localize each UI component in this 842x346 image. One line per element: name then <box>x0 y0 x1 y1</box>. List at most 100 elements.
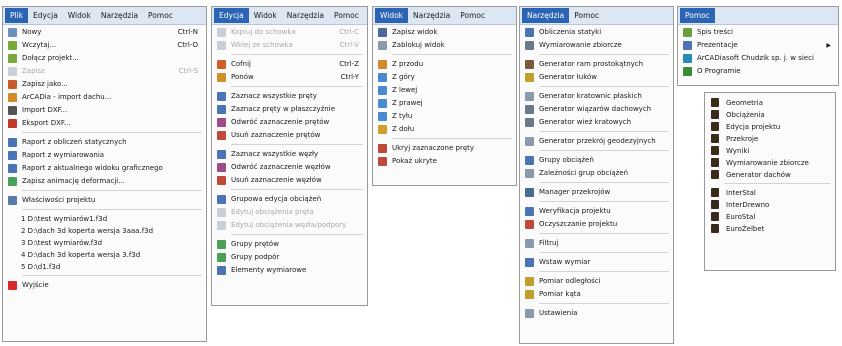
submenu-item-eurozelbet[interactable]: EuroŻelbet <box>708 223 832 235</box>
menu-item-z-do-u[interactable]: Z dołu <box>375 123 514 136</box>
menubar-item-pomoc[interactable]: Pomoc <box>680 8 715 23</box>
menu-item-zapisz-widok[interactable]: Zapisz widok <box>375 26 514 39</box>
menu-item-z-lewej[interactable]: Z lewej <box>375 84 514 97</box>
menubar-item-pomoc[interactable]: Pomoc <box>143 8 178 23</box>
menu-item-generator-wiez-kratowych[interactable]: Generator wież kratowych <box>522 116 671 129</box>
menu-item-wczytaj[interactable]: Wczytaj... Ctrl-O <box>5 39 204 52</box>
menu-item-prezentacje[interactable]: Prezentacje ▶ <box>680 39 836 52</box>
menubar-item-widok[interactable]: Widok <box>249 8 282 23</box>
menu-item-weryfikacja-projektu[interactable]: Weryfikacja projektu <box>522 205 671 218</box>
menubar-item-pomoc[interactable]: Pomoc <box>329 8 364 23</box>
menu-item-pomiar-kata[interactable]: Pomiar kąta <box>522 288 671 301</box>
menu-item-ponow[interactable]: Ponów Ctrl-Y <box>214 71 365 84</box>
menu-item-generator-wiazarow-dachowych[interactable]: Generator wiązarów dachowych <box>522 103 671 116</box>
menu-item-wstaw-wymiar[interactable]: Wstaw wymiar <box>522 256 671 269</box>
menu-item-label: Weryfikacja projektu <box>539 207 611 215</box>
menu-item-ukryj-zaznaczone-prety[interactable]: Ukryj zaznaczone pręty <box>375 142 514 155</box>
menu-item-generator-ram-prostokatnych[interactable]: Generator ram prostokątnych <box>522 58 671 71</box>
submenu-item-interstal[interactable]: InterStal <box>708 187 832 199</box>
recent-file-item[interactable]: 2 D:\dach 3d koperta wersja 3aaa.f3d <box>5 225 204 237</box>
menubar-item-edycja[interactable]: Edycja <box>28 8 63 23</box>
submenu-item-przekroje[interactable]: Przekroje <box>708 133 832 145</box>
menu-item-pomiar-odleg-osci[interactable]: Pomiar odległości <box>522 275 671 288</box>
menu-item-odwroc-zaznaczenie-wez-ow[interactable]: Odwróć zaznaczenie węzłów <box>214 161 365 174</box>
menu-item-filtruj[interactable]: Filtruj <box>522 237 671 250</box>
menu-item-wymiarowanie-zbiorcze[interactable]: Wymiarowanie zbiorcze <box>522 39 671 52</box>
menubar-item-narzedzia[interactable]: Narzędzia <box>96 8 143 23</box>
menu-item-label: Generator przekrój geodezyjnych <box>539 137 656 145</box>
menu-item-grupy-pretow[interactable]: Grupy prętów <box>214 238 365 251</box>
menu-item-label: Z lewej <box>392 86 418 94</box>
menu-item-wklej-ze-schowka[interactable]: Wklej ze schowka Ctrl-V <box>214 39 365 52</box>
submenu-item-eurostal[interactable]: EuroStal <box>708 211 832 223</box>
submenu-item-generator-dachow[interactable]: Generator dachów <box>708 169 832 181</box>
menu-item-nowy[interactable]: Nowy Ctrl-N <box>5 26 204 39</box>
menu-item-edytuj-obciazenia-wez-a-podpory[interactable]: Edytuj obciążenia węzła/podpory <box>214 219 365 232</box>
menu-item-manager-przekrojow[interactable]: Manager przekrojów <box>522 186 671 199</box>
menu-separator <box>22 132 202 133</box>
menu-item-o-programie[interactable]: O Programie <box>680 65 836 78</box>
menu-item-raport-z-wymiarowania[interactable]: Raport z wymiarowania <box>5 149 204 162</box>
submenu-item-wyniki[interactable]: Wyniki <box>708 145 832 157</box>
menu-item-grupy-podpor[interactable]: Grupy podpór <box>214 251 365 264</box>
menu-item-grupowa-edycja-obciazen[interactable]: Grupowa edycja obciążeń <box>214 193 365 206</box>
menu-item-zaleznosci-grup-obciazen[interactable]: Zależności grup obciążeń <box>522 167 671 180</box>
submenu-item-label: EuroStal <box>726 213 756 221</box>
menu-item-generator-ukow[interactable]: Generator łuków <box>522 71 671 84</box>
menu-item-grupy-obciazen[interactable]: Grupy obciążeń <box>522 154 671 167</box>
menu-item-do-acz-projekt[interactable]: Dołącz projekt... <box>5 52 204 65</box>
menu-item-generator-przekroj-geodezyjnych[interactable]: Generator przekrój geodezyjnych <box>522 135 671 148</box>
menu-item-z-przodu[interactable]: Z przodu <box>375 58 514 71</box>
menu-item-generator-kratownic-p-askich[interactable]: Generator kratownic płaskich <box>522 90 671 103</box>
menu-item-wyjscie[interactable]: Wyjście <box>5 279 204 292</box>
menu-item-oczyszczanie-projektu[interactable]: Oczyszczanie projektu <box>522 218 671 231</box>
menubar-item-narzedzia[interactable]: Narzędzia <box>282 8 329 23</box>
menu-item-zaznacz-wszystkie-prety[interactable]: Zaznacz wszystkie pręty <box>214 90 365 103</box>
menu-item-z-gory[interactable]: Z góry <box>375 71 514 84</box>
menu-item-z-prawej[interactable]: Z prawej <box>375 97 514 110</box>
menu-item-cofnij[interactable]: Cofnij Ctrl-Z <box>214 58 365 71</box>
menu-item-zaznacz-wszystkie-wez-y[interactable]: Zaznacz wszystkie węzły <box>214 148 365 161</box>
menubar-item-narzedzia[interactable]: Narzędzia <box>522 8 570 23</box>
menu-item-z-ty-u[interactable]: Z tyłu <box>375 110 514 123</box>
menu-item-obliczenia-statyki[interactable]: Obliczenia statyki <box>522 26 671 39</box>
menu-item-label: Grupy obciążeń <box>539 156 594 164</box>
menubar-item-plik[interactable]: Plik <box>5 8 29 23</box>
menubar-item-pomoc[interactable]: Pomoc <box>455 8 490 23</box>
menu-item-odwroc-zaznaczenie-pretow[interactable]: Odwróć zaznaczenie prętów <box>214 116 365 129</box>
menu-item-usun-zaznaczenie-pretow[interactable]: Usuń zaznaczenie prętów <box>214 129 365 142</box>
recent-file-item[interactable]: 3 D:\test wymiarów.f3d <box>5 237 204 249</box>
menu-item-raport-z-aktualnego-widoku-graficznego[interactable]: Raport z aktualnego widoku graficznego <box>5 162 204 175</box>
submenu-item-wymiarowanie-zbiorcze[interactable]: Wymiarowanie zbiorcze <box>708 157 832 169</box>
menu-item-zapisz-animacje-deformacji[interactable]: Zapisz animację deformacji... <box>5 175 204 188</box>
menu-item-zapisz[interactable]: Zapisz Ctrl-S <box>5 65 204 78</box>
menu-item-w-asciwosci-projektu[interactable]: Właściwości projektu <box>5 194 204 207</box>
menu-item-kopiuj-do-schowka[interactable]: Kopiuj do schowka Ctrl-C <box>214 26 365 39</box>
menu-item-arcadiasoft-chudzik-sp-j-w-sieci[interactable]: ArCADiasoft Chudzik sp. j. w sieci <box>680 52 836 65</box>
menubar-item-widok[interactable]: Widok <box>375 8 409 23</box>
submenu-item-geometria[interactable]: Geometria <box>708 97 832 109</box>
menu-item-usun-zaznaczenie-wez-ow[interactable]: Usuń zaznaczenie węzłów <box>214 174 365 187</box>
menu-item-ustawienia[interactable]: Ustawienia <box>522 307 671 320</box>
submenu-item-obciazenia[interactable]: Obciążenia <box>708 109 832 121</box>
menubar-item-widok[interactable]: Widok <box>63 8 96 23</box>
submenu-item-edycja-projektu[interactable]: Edycja projektu <box>708 121 832 133</box>
menu-item-elementy-wymiarowe[interactable]: Elementy wymiarowe <box>214 264 365 277</box>
menubar-item-pomoc[interactable]: Pomoc <box>569 8 604 23</box>
menu-item-zablokuj-widok[interactable]: Zablokuj widok <box>375 39 514 52</box>
menu-item-raport-z-obliczen-statycznych[interactable]: Raport z obliczeń statycznych <box>5 136 204 149</box>
menu-item-eksport-dxf[interactable]: Eksport DXF... <box>5 117 204 130</box>
recent-file-item[interactable]: 5 D:\d1.f3d <box>5 261 204 273</box>
menu-item-edytuj-obciazenia-preta[interactable]: Edytuj obciążenia pręta <box>214 206 365 219</box>
menu-item-spis-tresci[interactable]: Spis treści <box>680 26 836 39</box>
menubar-item-narzedzia[interactable]: Narzędzia <box>408 8 455 23</box>
menu-item-import-dxf[interactable]: Import DXF... <box>5 104 204 117</box>
recent-file-item[interactable]: 4 D:\dach 3d koperta wersja 3.f3d <box>5 249 204 261</box>
menu-item-zaznacz-prety-w-p-aszczyznie[interactable]: Zaznacz pręty w płaszczyźnie <box>214 103 365 116</box>
menu-item-zapisz-jako[interactable]: Zapisz jako... <box>5 78 204 91</box>
recent-file-item[interactable]: 1 D:\test wymiarów1.f3d <box>5 213 204 225</box>
menubar-item-edycja[interactable]: Edycja <box>214 8 249 23</box>
submenu-item-interdrewno[interactable]: InterDrewno <box>708 199 832 211</box>
menu-item-pokaz-ukryte[interactable]: Pokaż ukryte <box>375 155 514 168</box>
menu-item-arcadia-import-dachu[interactable]: ArCADia - import dachu... <box>5 91 204 104</box>
